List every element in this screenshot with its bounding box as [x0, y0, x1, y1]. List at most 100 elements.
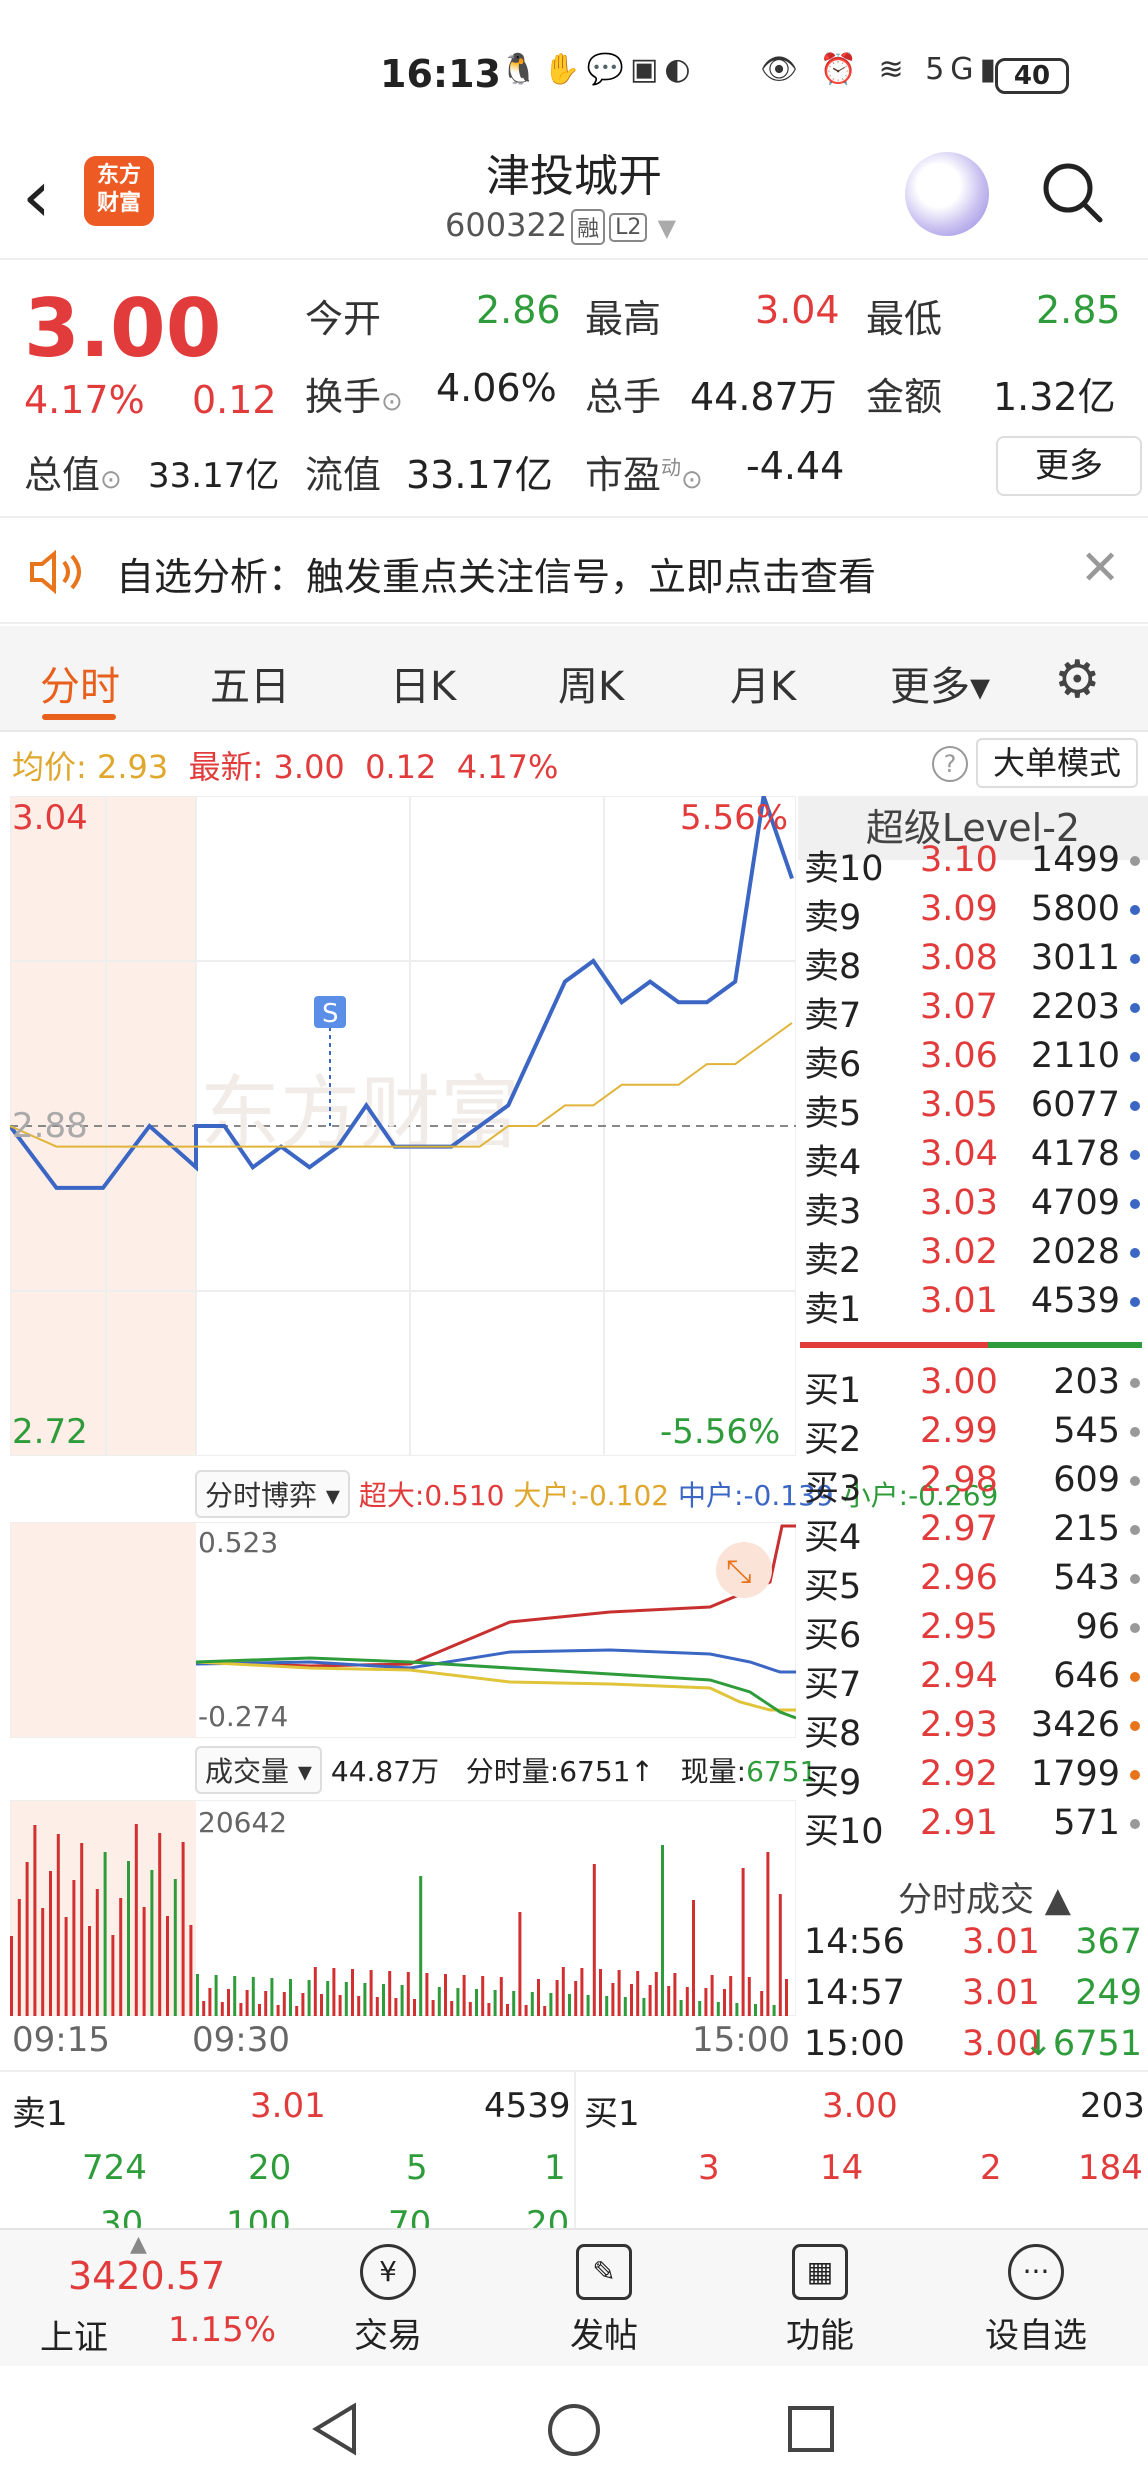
volume-bar	[710, 1975, 714, 2016]
ask-row[interactable]: 卖7 3.07 2203	[804, 987, 1148, 1036]
order-dot	[1130, 1819, 1140, 1829]
speaker-icon	[30, 549, 81, 595]
volume-bar	[282, 1992, 286, 2016]
volume-bar	[518, 1912, 522, 2016]
banner-text[interactable]: 自选分析：触发重点关注信号，立即点击查看	[116, 546, 876, 601]
index-name[interactable]: 上证	[40, 2310, 108, 2359]
bid-row[interactable]: 买3 2.98 609	[804, 1460, 1148, 1509]
volume-header: 成交量 ▾ 44.87万 分时量:6751↑ 现量:6751	[195, 1746, 817, 1794]
nav-add-watchlist[interactable]: ··· 设自选	[976, 2244, 1096, 2357]
volume-bar	[33, 1825, 37, 2016]
amount-value: 1.32亿	[993, 375, 1116, 419]
volume-bar	[320, 1994, 323, 2016]
tab-weekly-k[interactable]: 周K	[558, 654, 624, 712]
tab-intraday[interactable]: 分时	[40, 654, 120, 712]
volume-bar	[134, 1824, 138, 2016]
turnover-label[interactable]: 换手⊙	[305, 366, 403, 421]
stock-code[interactable]: 600322 融 L2 ▼	[445, 206, 676, 245]
nav-post[interactable]: ✎ 发帖	[554, 2244, 654, 2357]
nav-functions[interactable]: ▦ 功能	[770, 2244, 870, 2357]
volume-bar	[716, 2002, 720, 2016]
tab-daily-k[interactable]: 日K	[390, 654, 456, 712]
nav-trade[interactable]: ¥ 交易	[338, 2244, 438, 2357]
volume-dropdown[interactable]: 成交量 ▾	[195, 1746, 322, 1794]
level-volume: 4709	[1030, 1183, 1120, 1223]
bid-row[interactable]: 买9 2.92 1799	[804, 1754, 1148, 1803]
back-nav-icon[interactable]	[310, 2402, 360, 2456]
volume-bar	[462, 1975, 466, 2016]
volume-bar	[592, 1864, 596, 2016]
bid-row[interactable]: 买1 3.00 203	[804, 1362, 1148, 1411]
index-value[interactable]: 3420.57	[68, 2254, 225, 2298]
volume-bar	[772, 2005, 776, 2016]
more-dots-icon: ···	[1008, 2244, 1064, 2300]
close-icon[interactable]: ✕	[1080, 540, 1120, 596]
bid-row[interactable]: 买4 2.97 215	[804, 1509, 1148, 1558]
turnover-value: 4.06%	[436, 366, 557, 410]
ask-row[interactable]: 卖2 3.02 2028	[804, 1232, 1148, 1281]
intraday-chart[interactable]: 东方财富 S	[10, 796, 796, 1456]
big-order-mode-button[interactable]: 大单模式	[976, 738, 1138, 788]
home-nav-icon[interactable]	[546, 2402, 602, 2458]
help-icon[interactable]: ?	[932, 746, 968, 782]
level-name: 买10	[804, 1812, 884, 1852]
level-price: 3.07	[920, 987, 998, 1027]
volume-bar	[419, 1876, 423, 2016]
ticks-title[interactable]: 分时成交 ▲	[898, 1872, 1071, 1921]
volume-bar	[127, 1861, 130, 2016]
volume-chart[interactable]	[10, 1800, 796, 2016]
gear-icon[interactable]: ⚙	[1054, 650, 1101, 710]
level-price: 3.06	[920, 1036, 998, 1076]
volume-bar	[512, 1991, 516, 2016]
index-pct[interactable]: 1.15%	[168, 2310, 276, 2350]
ask-row[interactable]: 卖4 3.04 4178	[804, 1134, 1148, 1183]
recents-nav-icon[interactable]	[786, 2404, 836, 2454]
svg-text:S: S	[322, 999, 339, 1029]
level-name: 卖7	[804, 996, 862, 1036]
level-volume: 3426	[1030, 1705, 1120, 1745]
tab-monthly-k[interactable]: 月K	[730, 654, 796, 712]
bosai-top: 0.523	[198, 1526, 279, 1559]
tab-more[interactable]: 更多▾	[890, 654, 990, 712]
volume-bar	[561, 1967, 565, 2016]
volume-bar	[586, 1995, 590, 2016]
ask-row[interactable]: 卖9 3.09 5800	[804, 889, 1148, 938]
ask-row[interactable]: 卖3 3.03 4709	[804, 1183, 1148, 1232]
volume-bar	[487, 2003, 491, 2016]
bid-row[interactable]: 买7 2.94 646	[804, 1656, 1148, 1705]
ask-row[interactable]: 卖5 3.05 6077	[804, 1085, 1148, 1134]
axis-start: 09:15	[12, 2020, 110, 2060]
ask-row[interactable]: 卖8 3.08 3011	[804, 938, 1148, 987]
axis-end: 15:00	[692, 2020, 790, 2060]
volume-bar	[369, 1970, 373, 2016]
level-price: 3.03	[920, 1183, 998, 1223]
ask-row[interactable]: 卖10 3.10 1499	[804, 840, 1148, 889]
level-volume: 2110	[1030, 1036, 1120, 1076]
bid-row[interactable]: 买6 2.95 96	[804, 1607, 1148, 1656]
bt-order: 1	[544, 2148, 566, 2188]
tab-five-day[interactable]: 五日	[210, 654, 290, 712]
robot-avatar[interactable]	[905, 152, 989, 236]
active-tab-indicator	[42, 714, 116, 720]
bid-row[interactable]: 买2 2.99 545	[804, 1411, 1148, 1460]
bid-row[interactable]: 买8 2.93 3426	[804, 1705, 1148, 1754]
search-icon[interactable]	[1040, 160, 1104, 224]
volume-bar	[642, 1998, 646, 2016]
pe-label[interactable]: 市盈动⊙	[585, 444, 703, 499]
ask-row[interactable]: 卖1 3.01 4539	[804, 1281, 1148, 1330]
bosai-chart[interactable]: ⤡	[10, 1522, 796, 1738]
ask-row[interactable]: 卖6 3.06 2110	[804, 1036, 1148, 1085]
level-volume: 646	[1053, 1656, 1120, 1696]
bid-row[interactable]: 买5 2.96 543	[804, 1558, 1148, 1607]
mktcap-label[interactable]: 总值⊙	[24, 444, 122, 499]
bt-order: 14	[820, 2148, 864, 2188]
volume-bar	[431, 2000, 435, 2016]
level-name: 卖8	[804, 947, 862, 987]
bt-ask-price: 3.01	[250, 2086, 326, 2126]
volume-bar	[363, 1983, 367, 2016]
bid-row[interactable]: 买10 2.91 571	[804, 1803, 1148, 1852]
bosai-dropdown[interactable]: 分时博弈 ▾	[195, 1470, 350, 1518]
volume-bar	[344, 1982, 348, 2016]
more-metrics-button[interactable]: 更多	[996, 436, 1142, 496]
level-volume: 6077	[1030, 1085, 1120, 1125]
